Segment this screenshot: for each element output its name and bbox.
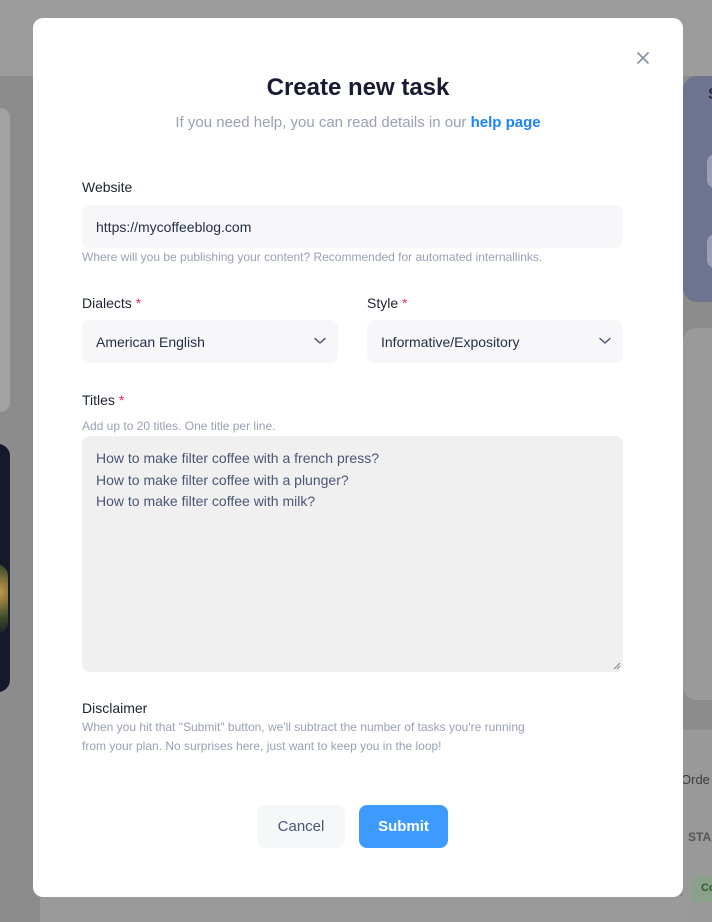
style-label: Style * [367, 295, 408, 311]
titles-hint: Add up to 20 titles. One title per line. [82, 419, 276, 433]
style-selected: Informative/Expository [381, 333, 520, 350]
submit-button[interactable]: Submit [359, 805, 448, 848]
subtitle-text: If you need help, you can read details i… [175, 114, 471, 131]
disclaimer-label: Disclaimer [82, 700, 148, 716]
website-hint: Where will you be publishing your conten… [82, 250, 543, 264]
background-card-title: S [708, 86, 712, 104]
titles-label: Titles * [82, 392, 125, 408]
resize-handle-icon[interactable] [613, 662, 621, 670]
dialects-select[interactable]: American English [82, 320, 338, 363]
modal-title: Create new task [266, 74, 450, 101]
background-right-panel [683, 328, 712, 700]
background-status-badge: Co [691, 876, 712, 902]
create-task-modal: Create new task If you need help, you ca… [33, 18, 683, 897]
close-icon[interactable] [633, 48, 653, 68]
title-line: How to make filter coffee with milk? [96, 493, 316, 509]
background-orders-table: Orde STA Co [681, 730, 712, 922]
background-game-thumbnail [0, 444, 10, 692]
dialects-selected: American English [96, 333, 205, 350]
website-label: Website [82, 179, 133, 195]
modal-subtitle: If you need help, you can read details i… [33, 114, 683, 131]
title-line: How to make filter coffee with a french … [96, 450, 379, 466]
background-right-card: S [683, 76, 712, 302]
required-mark: * [135, 295, 142, 311]
website-value: https://mycoffeeblog.com [96, 218, 252, 235]
titles-textarea[interactable]: How to make filter coffee with a french … [82, 436, 623, 672]
dialects-label: Dialects * [82, 295, 142, 311]
background-left-card [0, 108, 10, 412]
required-mark: * [402, 295, 408, 311]
chevron-down-icon [599, 337, 611, 347]
required-mark: * [118, 392, 125, 408]
title-line: How to make filter coffee with a plunger… [96, 471, 349, 488]
cancel-button[interactable]: Cancel [257, 805, 345, 848]
background-bottom [40, 896, 683, 922]
website-input[interactable]: https://mycoffeeblog.com [82, 205, 623, 248]
help-page-link[interactable]: help page [471, 114, 541, 131]
background-table-header: Orde [681, 772, 710, 787]
style-select[interactable]: Informative/Expository [367, 320, 623, 363]
chevron-down-icon [314, 337, 326, 347]
disclaimer-text: When you hit that "Submit" button, we'll… [82, 720, 525, 753]
background-status-header: STA [688, 830, 712, 844]
